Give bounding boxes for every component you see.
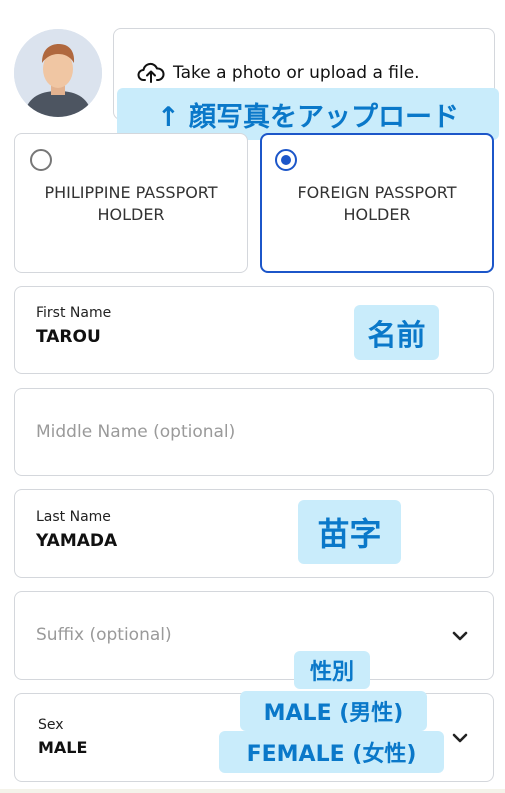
chevron-down-icon[interactable]: [449, 625, 471, 647]
upload-label: Take a photo or upload a file.: [173, 63, 420, 83]
foreign-passport-label: FOREIGN PASSPORT HOLDER: [260, 182, 494, 226]
foreign-passport-line1: FOREIGN PASSPORT: [297, 183, 457, 202]
sex-label: Sex: [38, 717, 64, 733]
foreign-passport-radio[interactable]: [275, 149, 297, 171]
philippine-passport-line1: PHILIPPINE PASSPORT: [44, 183, 218, 202]
philippine-passport-radio[interactable]: [30, 149, 52, 171]
last-name-annotation: 苗字: [298, 500, 401, 564]
first-name-label: First Name: [36, 305, 112, 321]
philippine-passport-label: PHILIPPINE PASSPORT HOLDER: [14, 182, 248, 226]
foreign-passport-line2: HOLDER: [343, 205, 411, 224]
bottom-divider: [0, 789, 505, 793]
first-name-annotation: 名前: [354, 305, 439, 360]
sex-value[interactable]: MALE: [38, 738, 87, 757]
first-name-value[interactable]: TAROU: [36, 327, 101, 347]
last-name-label: Last Name: [36, 509, 111, 525]
profile-photo-icon: [14, 29, 102, 117]
chevron-down-icon[interactable]: [449, 727, 471, 749]
male-annotation: MALE (男性): [240, 691, 427, 731]
middle-name-placeholder[interactable]: Middle Name (optional): [36, 422, 235, 442]
suffix-placeholder[interactable]: Suffix (optional): [36, 625, 172, 645]
upload-row: Take a photo or upload a file.: [137, 60, 420, 86]
last-name-value[interactable]: YAMADA: [36, 531, 117, 551]
female-annotation: FEMALE (女性): [219, 731, 444, 773]
avatar: [14, 29, 102, 117]
philippine-passport-line2: HOLDER: [97, 205, 165, 224]
cloud-upload-icon: [137, 62, 165, 83]
sex-annotation: 性別: [294, 651, 370, 689]
